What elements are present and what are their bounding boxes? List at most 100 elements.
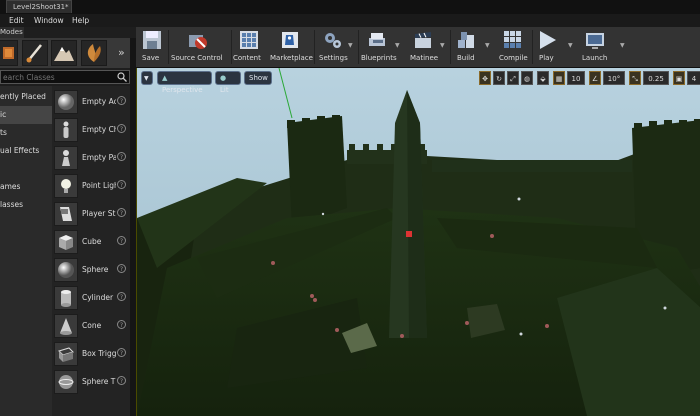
marketplace-button[interactable]: Marketplace bbox=[267, 27, 315, 67]
place-item-box-trigger[interactable]: Box Trigg? bbox=[52, 340, 130, 368]
category-visual-effects[interactable]: ual Effects bbox=[0, 142, 52, 160]
category-recently-placed[interactable]: ently Placed bbox=[0, 88, 52, 106]
place-item-sphere-trigger[interactable]: Sphere T? bbox=[52, 368, 130, 396]
level-viewport[interactable]: ▼ ▲ Perspective ● Lit Show ✥ ↻ ⤢ ◍ ⬙ ▦ 1… bbox=[136, 68, 700, 416]
help-icon[interactable]: ? bbox=[117, 376, 126, 385]
help-icon[interactable]: ? bbox=[117, 292, 126, 301]
category-volumes[interactable]: ames bbox=[0, 178, 52, 196]
lit-icon: ● bbox=[220, 74, 227, 82]
place-mode-icon bbox=[3, 47, 14, 59]
coordinate-system-button[interactable]: ◍ bbox=[521, 71, 533, 85]
help-icon[interactable]: ? bbox=[117, 152, 126, 161]
content-button[interactable]: Content bbox=[232, 27, 266, 67]
camera-icon: ▣ bbox=[675, 75, 683, 83]
settings-button[interactable]: ▼ Settings bbox=[315, 27, 357, 67]
settings-dropdown-icon[interactable]: ▼ bbox=[348, 42, 353, 49]
cube-icon bbox=[59, 235, 73, 250]
search-classes-input[interactable] bbox=[1, 71, 119, 83]
source-control-button[interactable]: Source Control bbox=[169, 27, 223, 67]
place-mode-button[interactable] bbox=[0, 40, 18, 66]
modes-tab[interactable]: Modes bbox=[0, 27, 24, 38]
help-icon[interactable]: ? bbox=[117, 208, 126, 217]
foliage-mode-button[interactable] bbox=[81, 40, 107, 66]
sphere-icon bbox=[58, 262, 74, 278]
search-classes-field[interactable] bbox=[0, 70, 130, 84]
scale-snap-icon: ⤡ bbox=[632, 75, 638, 83]
scale-tool-button[interactable]: ⤢ bbox=[507, 71, 519, 85]
perspective-button[interactable]: ▲ Perspective bbox=[157, 71, 212, 94]
play-dropdown-icon[interactable]: ▼ bbox=[568, 42, 573, 49]
play-button[interactable]: ▼ Play bbox=[533, 27, 573, 67]
place-item-empty-actor[interactable]: Empty Ac? bbox=[52, 88, 130, 116]
launch-button[interactable]: ▼ Launch bbox=[576, 27, 625, 67]
more-modes-icon[interactable]: » bbox=[118, 46, 125, 59]
rotate-tool-button[interactable]: ↻ bbox=[493, 71, 505, 85]
placeable-items-list: Empty Ac? Empty Ch? Empty Pa? Point Ligh… bbox=[52, 86, 130, 416]
launch-dropdown-icon[interactable]: ▼ bbox=[620, 42, 625, 49]
chevron-down-icon: ▼ bbox=[144, 75, 149, 82]
camera-speed-value[interactable]: 4 bbox=[687, 71, 700, 85]
build-dropdown-icon[interactable]: ▼ bbox=[485, 42, 490, 49]
camera-speed-toggle[interactable]: ▣ bbox=[673, 71, 685, 85]
category-all-classes[interactable]: lasses bbox=[0, 196, 52, 214]
help-icon[interactable]: ? bbox=[117, 264, 126, 273]
build-button[interactable]: ▼ Build bbox=[451, 27, 491, 67]
landscape-mode-icon bbox=[54, 47, 74, 61]
place-item-cylinder[interactable]: Cylinder? bbox=[52, 284, 130, 312]
cone-icon bbox=[60, 318, 72, 335]
box-trigger-icon bbox=[58, 347, 74, 362]
place-item-player-start[interactable]: Player St? bbox=[52, 200, 130, 228]
surface-snap-icon: ⬙ bbox=[540, 75, 546, 83]
compile-icon bbox=[504, 31, 521, 48]
menu-window[interactable]: Window bbox=[34, 14, 64, 27]
landscape-mode-button[interactable] bbox=[51, 40, 77, 66]
modes-toolbar: » bbox=[0, 38, 134, 68]
help-icon[interactable]: ? bbox=[117, 348, 126, 357]
scale-snap-toggle[interactable]: ⤡ bbox=[629, 71, 641, 85]
show-button[interactable]: Show bbox=[244, 71, 272, 85]
surface-snap-button[interactable]: ⬙ bbox=[537, 71, 549, 85]
place-item-point-light[interactable]: Point Ligh? bbox=[52, 172, 130, 200]
place-item-empty-character[interactable]: Empty Ch? bbox=[52, 116, 130, 144]
matinee-button[interactable]: ▼ Matinee bbox=[406, 27, 450, 67]
blueprints-button[interactable]: ▼ Blueprints bbox=[359, 27, 405, 67]
category-basic[interactable]: ic bbox=[0, 106, 52, 124]
launch-icon bbox=[586, 33, 604, 49]
place-item-empty-pawn[interactable]: Empty Pa? bbox=[52, 144, 130, 172]
help-icon[interactable]: ? bbox=[117, 180, 126, 189]
blueprints-dropdown-icon[interactable]: ▼ bbox=[395, 42, 400, 49]
help-icon[interactable]: ? bbox=[117, 124, 126, 133]
level-document-tab[interactable]: Level2Shoot31* bbox=[6, 0, 72, 13]
rotate-icon: ↻ bbox=[496, 75, 502, 83]
marketplace-icon bbox=[282, 32, 298, 48]
paint-mode-button[interactable] bbox=[22, 40, 48, 66]
lit-mode-button[interactable]: ● Lit bbox=[215, 71, 241, 94]
sphere-icon bbox=[58, 94, 74, 110]
place-item-cone[interactable]: Cone? bbox=[52, 312, 130, 340]
menu-edit[interactable]: Edit bbox=[9, 14, 24, 27]
help-icon[interactable]: ? bbox=[117, 236, 126, 245]
rotation-snap-toggle[interactable]: ∠ bbox=[589, 71, 601, 85]
rotation-snap-value[interactable]: 10° bbox=[603, 71, 625, 85]
place-item-sphere[interactable]: Sphere? bbox=[52, 256, 130, 284]
menu-help[interactable]: Help bbox=[72, 14, 89, 27]
matinee-dropdown-icon[interactable]: ▼ bbox=[440, 42, 445, 49]
translate-tool-button[interactable]: ✥ bbox=[479, 71, 491, 85]
place-item-cube[interactable]: Cube? bbox=[52, 228, 130, 256]
category-lights[interactable]: ts bbox=[0, 124, 52, 142]
scale-snap-value[interactable]: 0.25 bbox=[643, 71, 669, 85]
main-toolbar: Save Source Control Content Marketplace … bbox=[136, 27, 700, 68]
foliage-mode-icon bbox=[87, 44, 101, 62]
angle-icon: ∠ bbox=[591, 75, 599, 83]
viewport-options-button[interactable]: ▼ bbox=[141, 71, 153, 85]
help-icon[interactable]: ? bbox=[117, 96, 126, 105]
category-bsp[interactable] bbox=[0, 160, 52, 178]
grid-snap-value[interactable]: 10 bbox=[567, 71, 585, 85]
compile-button[interactable]: Compile bbox=[494, 27, 530, 67]
help-icon[interactable]: ? bbox=[117, 320, 126, 329]
save-button[interactable]: Save bbox=[136, 27, 166, 67]
play-icon bbox=[540, 31, 556, 49]
save-icon bbox=[143, 31, 161, 49]
grid-snap-toggle[interactable]: ▦ bbox=[553, 71, 565, 85]
placement-categories: ently Placed ic ts ual Effects ames lass… bbox=[0, 86, 52, 416]
